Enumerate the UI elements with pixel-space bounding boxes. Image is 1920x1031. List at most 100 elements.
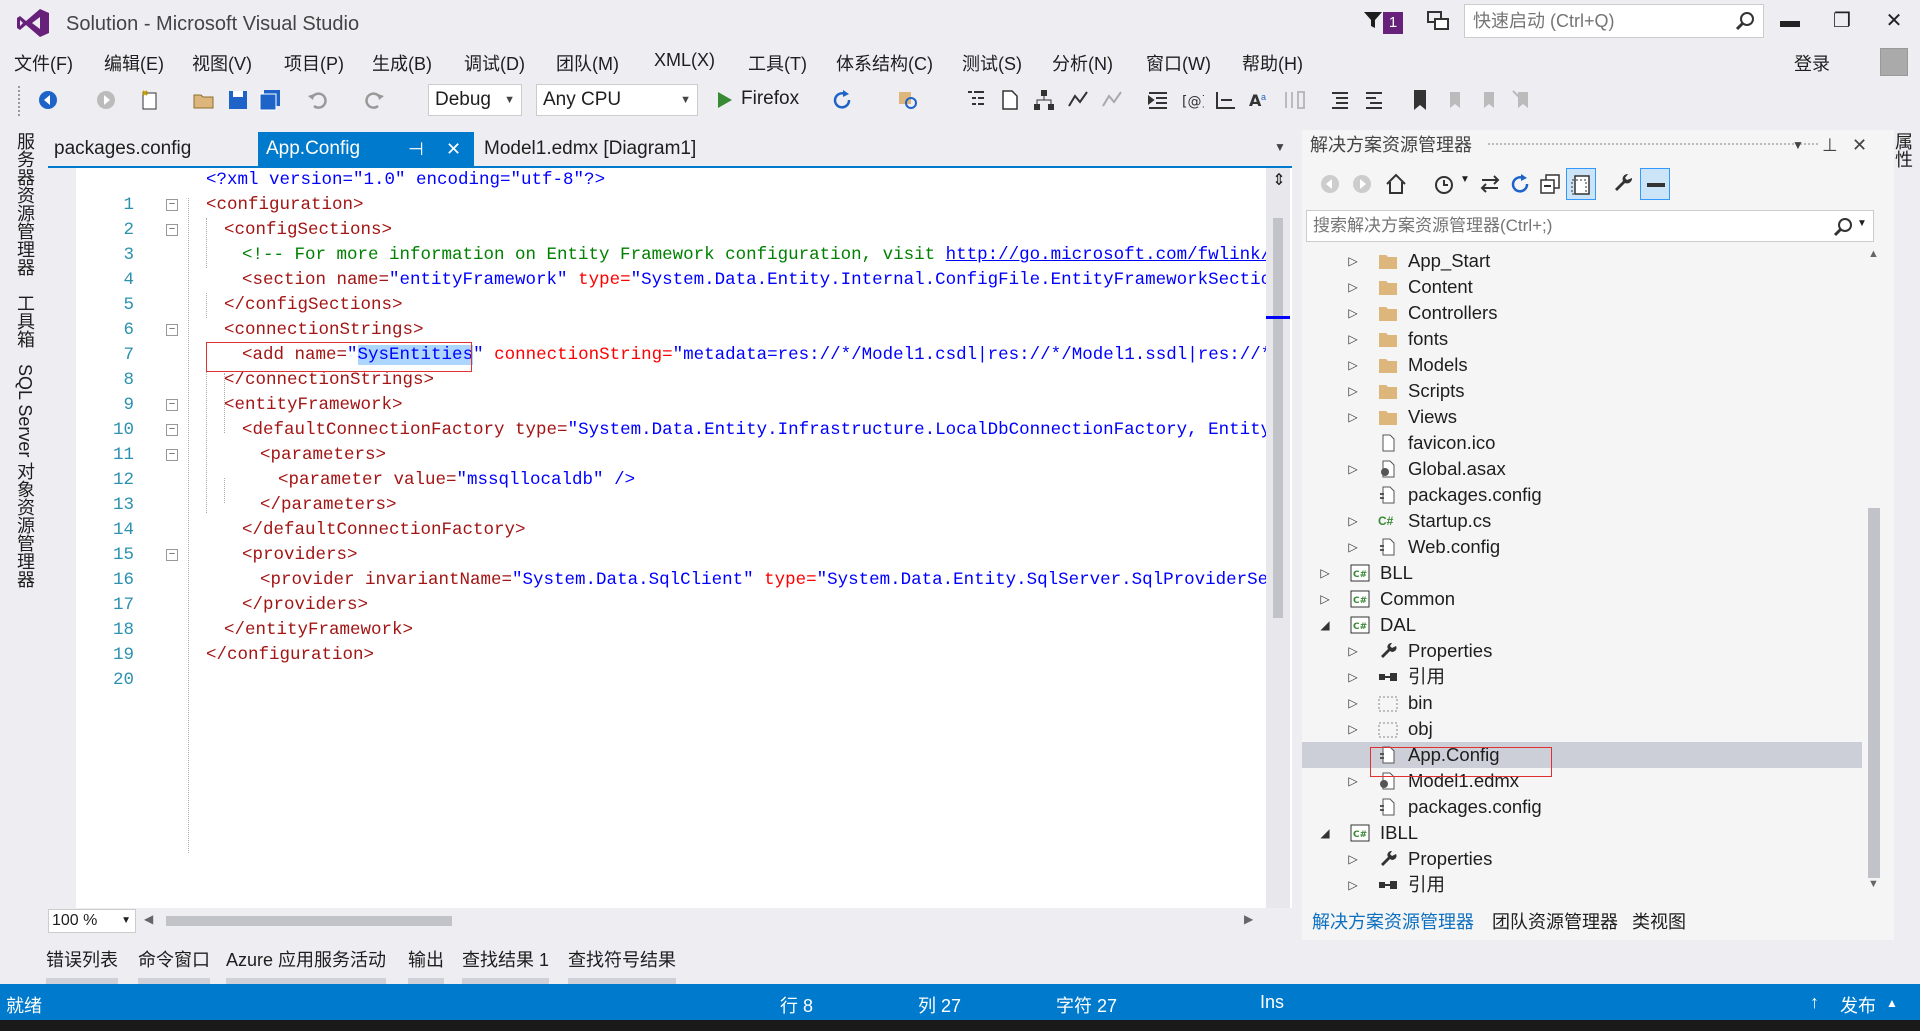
indent-icon[interactable]: [1146, 88, 1170, 112]
forward-icon[interactable]: [1350, 172, 1374, 196]
collapse-icon[interactable]: −: [166, 424, 178, 436]
panel-menu-icon[interactable]: ▼: [1792, 130, 1804, 160]
collapse-arrow-icon[interactable]: ◢: [1318, 612, 1332, 638]
menu-team[interactable]: 团队(M): [556, 50, 619, 76]
zoom-dropdown[interactable]: 100 % ▼: [48, 909, 136, 933]
tree-item-file[interactable]: packages.config: [1302, 482, 1862, 508]
account-icon[interactable]: [1880, 48, 1908, 76]
expand-arrow-icon[interactable]: ▷: [1318, 586, 1332, 612]
scroll-up-icon[interactable]: ▲: [1868, 248, 1879, 260]
tree-item-folder[interactable]: ▷ Controllers: [1302, 300, 1862, 326]
element-icon[interactable]: [1214, 88, 1238, 112]
code-editor[interactable]: 1 <?xml version="1.0" encoding="utf-8"?>…: [48, 166, 1292, 934]
redo-icon[interactable]: [362, 88, 386, 112]
menu-help[interactable]: 帮助(H): [1242, 50, 1303, 76]
tree-item-file[interactable]: favicon.ico: [1302, 430, 1862, 456]
tab-error-list[interactable]: 错误列表: [46, 946, 118, 984]
expand-arrow-icon[interactable]: ▷: [1346, 716, 1360, 742]
clear-bookmarks-icon[interactable]: [1510, 88, 1534, 112]
attribute-icon[interactable]: [@]: [1180, 88, 1204, 112]
notification-flag-icon[interactable]: [1362, 9, 1384, 31]
open-file-icon[interactable]: [192, 88, 216, 112]
tree-item-properties[interactable]: ▷ Properties: [1302, 846, 1862, 872]
chevron-down-icon[interactable]: ▼: [1857, 218, 1867, 229]
login-link[interactable]: 登录: [1794, 50, 1830, 76]
toolbar-grip[interactable]: [18, 86, 23, 116]
tree-item-folder[interactable]: ▷ App_Start: [1302, 248, 1862, 274]
solution-explorer-scrollbar[interactable]: ▲ ▼: [1862, 248, 1886, 894]
tree-item-folder[interactable]: ▷ Models: [1302, 352, 1862, 378]
collapse-icon[interactable]: −: [166, 549, 178, 561]
chevron-up-icon[interactable]: ▲: [1886, 996, 1898, 1010]
expand-arrow-icon[interactable]: ▷: [1318, 560, 1332, 586]
collapse-icon[interactable]: −: [166, 199, 178, 211]
expand-arrow-icon[interactable]: ▷: [1346, 768, 1360, 794]
bookmark-icon[interactable]: [1408, 88, 1432, 112]
editor-vertical-scrollbar[interactable]: ⇕: [1266, 168, 1290, 908]
split-window-icon[interactable]: ⇕: [1270, 170, 1288, 192]
quick-launch-box[interactable]: [1464, 4, 1764, 38]
expand-arrow-icon[interactable]: ▷: [1346, 456, 1360, 482]
collapse-icon[interactable]: −: [166, 449, 178, 461]
tab-solution-explorer[interactable]: 解决方案资源管理器: [1312, 908, 1474, 934]
collapse-icon[interactable]: −: [166, 399, 178, 411]
tab-find-symbol-results[interactable]: 查找符号结果: [568, 946, 676, 984]
scroll-left-icon[interactable]: ◀: [144, 912, 153, 926]
pin-tab-icon[interactable]: ⊣: [408, 132, 424, 166]
tree-item-project[interactable]: ▷ C# BLL: [1302, 560, 1862, 586]
toolbox-tab[interactable]: 工具箱: [12, 294, 38, 348]
outline-icon[interactable]: [964, 88, 988, 112]
collapse-icon[interactable]: −: [166, 324, 178, 336]
tree-item-folder[interactable]: ▷ Views: [1302, 404, 1862, 430]
tab-dropdown-icon[interactable]: ▼: [1274, 140, 1286, 154]
save-all-icon[interactable]: [258, 88, 282, 112]
expand-arrow-icon[interactable]: ▷: [1346, 846, 1360, 872]
menu-project[interactable]: 项目(P): [284, 50, 344, 76]
tab-team-explorer[interactable]: 团队资源管理器: [1492, 908, 1618, 934]
expand-arrow-icon[interactable]: ▷: [1346, 638, 1360, 664]
document-icon[interactable]: [998, 88, 1022, 112]
search-icon[interactable]: [1735, 11, 1755, 31]
scroll-right-icon[interactable]: ▶: [1244, 912, 1253, 926]
expand-arrow-icon[interactable]: ▷: [1346, 404, 1360, 430]
search-icon[interactable]: [1833, 217, 1853, 237]
expand-arrow-icon[interactable]: ▷: [1346, 872, 1360, 894]
collapse-arrow-icon[interactable]: ◢: [1318, 820, 1332, 846]
expand-arrow-icon[interactable]: ▷: [1346, 508, 1360, 534]
menu-test[interactable]: 测试(S): [962, 50, 1022, 76]
notification-badge[interactable]: 1: [1383, 12, 1403, 34]
close-tab-icon[interactable]: ✕: [446, 132, 461, 166]
tree-item-project[interactable]: ◢ C# DAL: [1302, 612, 1862, 638]
back-icon[interactable]: [1318, 172, 1342, 196]
tab-model1-diagram[interactable]: Model1.edmx [Diagram1]: [476, 132, 776, 166]
undo-icon[interactable]: [306, 88, 330, 112]
tab-find-results-1[interactable]: 查找结果 1: [462, 946, 550, 984]
menu-debug[interactable]: 调试(D): [464, 50, 525, 76]
restore-button[interactable]: ❐: [1822, 6, 1862, 36]
tab-class-view[interactable]: 类视图: [1632, 908, 1686, 934]
menu-window[interactable]: 窗口(W): [1146, 50, 1211, 76]
solution-search-input[interactable]: [1307, 211, 1807, 241]
server-explorer-tab[interactable]: 服务器资源管理器: [12, 132, 38, 276]
save-icon[interactable]: [226, 88, 250, 112]
layer-icon[interactable]: [1100, 88, 1124, 112]
comment-lines-icon[interactable]: [1328, 88, 1352, 112]
sql-server-object-explorer-tab[interactable]: SQL Server 对象资源管理器: [12, 364, 38, 588]
tree-item-folder[interactable]: ▷ bin: [1302, 690, 1862, 716]
scrollbar-thumb[interactable]: [1868, 508, 1880, 878]
expand-arrow-icon[interactable]: ▷: [1346, 248, 1360, 274]
menu-edit[interactable]: 编辑(E): [104, 50, 164, 76]
tree-item-references[interactable]: ▷ 引用: [1302, 664, 1862, 690]
tab-app-config[interactable]: App.Config ⊣ ✕: [258, 132, 474, 166]
properties-wrench-icon[interactable]: [1612, 172, 1636, 196]
tree-item-file[interactable]: ▷ Global.asax: [1302, 456, 1862, 482]
scroll-down-icon[interactable]: ▼: [1868, 878, 1879, 890]
solution-platform-dropdown[interactable]: Any CPU ▼: [536, 84, 698, 116]
expand-arrow-icon[interactable]: ▷: [1346, 274, 1360, 300]
chevron-down-icon[interactable]: ▼: [1460, 174, 1470, 185]
menu-view[interactable]: 视图(V): [192, 50, 252, 76]
preview-selected-items-button[interactable]: [1640, 168, 1670, 200]
expand-arrow-icon[interactable]: ▷: [1346, 378, 1360, 404]
show-all-files-button[interactable]: [1566, 168, 1596, 200]
font-size-icon[interactable]: Aa: [1248, 88, 1272, 112]
